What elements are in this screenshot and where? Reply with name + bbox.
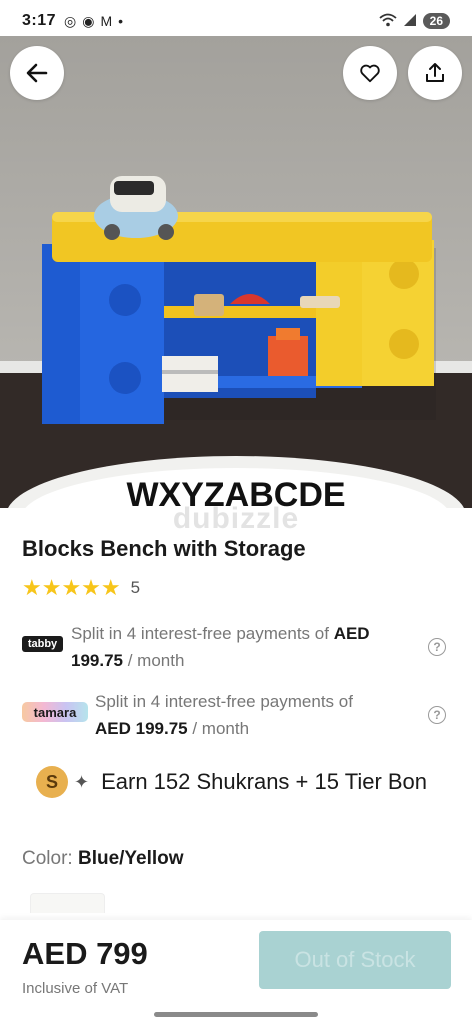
tamara-info-icon[interactable]: ? [428, 706, 446, 724]
chat-icon: ◉ [82, 12, 95, 29]
tamara-installment-row[interactable]: tamara Split in 4 interest-free payments… [22, 688, 452, 744]
tabby-installment-row[interactable]: tabby Split in 4 interest-free payments … [22, 620, 452, 676]
product-rating[interactable]: ★★★★★ 5 [22, 575, 140, 601]
tabby-text: Split in 4 interest-free payments of AED… [71, 624, 370, 670]
selected-color: Blue/Yellow [77, 848, 184, 869]
shukran-banner[interactable]: S ✦ Earn 152 Shukrans + 15 Tier Bon [36, 756, 472, 808]
signal-icon [403, 13, 417, 30]
out-of-stock-button[interactable]: Out of Stock [259, 931, 451, 989]
color-selector-label: Color: Blue/Yellow [22, 848, 184, 869]
tamara-amount: AED 199.75 [95, 719, 188, 738]
back-button[interactable] [10, 46, 64, 100]
rating-count: 5 [130, 578, 141, 597]
star-rating-icons: ★★★★★ [22, 575, 121, 600]
share-icon [426, 63, 444, 82]
arrow-left-icon [26, 63, 48, 83]
shukran-text: Earn 152 Shukrans + 15 Tier Bon [101, 769, 428, 794]
dot-icon: • [118, 13, 124, 29]
tabby-info-icon[interactable]: ? [428, 638, 446, 656]
tamara-logo: tamara [22, 702, 88, 722]
bench-illustration: WXYZABCDE [0, 36, 472, 508]
color-swatch[interactable] [30, 893, 105, 913]
sparkle-icon: ✦ [74, 771, 90, 792]
vat-note: Inclusive of VAT [22, 980, 129, 997]
battery-icon: 26 [422, 13, 450, 29]
dubizzle-watermark: dubizzle [172, 502, 300, 535]
product-title: Blocks Bench with Storage [22, 536, 306, 561]
tamara-text: Split in 4 interest-free payments of AED … [95, 692, 353, 738]
wifi-icon [379, 13, 397, 30]
home-indicator[interactable] [154, 1012, 318, 1017]
whatsapp-icon: ◎ [64, 12, 77, 29]
gmail-icon: M [100, 13, 113, 29]
product-price: AED 799 [22, 936, 148, 971]
heart-icon [360, 64, 380, 83]
status-time: 3:17 [22, 12, 57, 29]
bottom-bar: AED 799 Inclusive of VAT Out of Stock [0, 920, 472, 1024]
shukran-coin-icon: S [36, 766, 68, 798]
product-image[interactable]: WXYZABCDE [0, 36, 472, 508]
tabby-logo: tabby [22, 636, 63, 652]
share-button[interactable] [408, 46, 462, 100]
favorite-button[interactable] [343, 46, 397, 100]
